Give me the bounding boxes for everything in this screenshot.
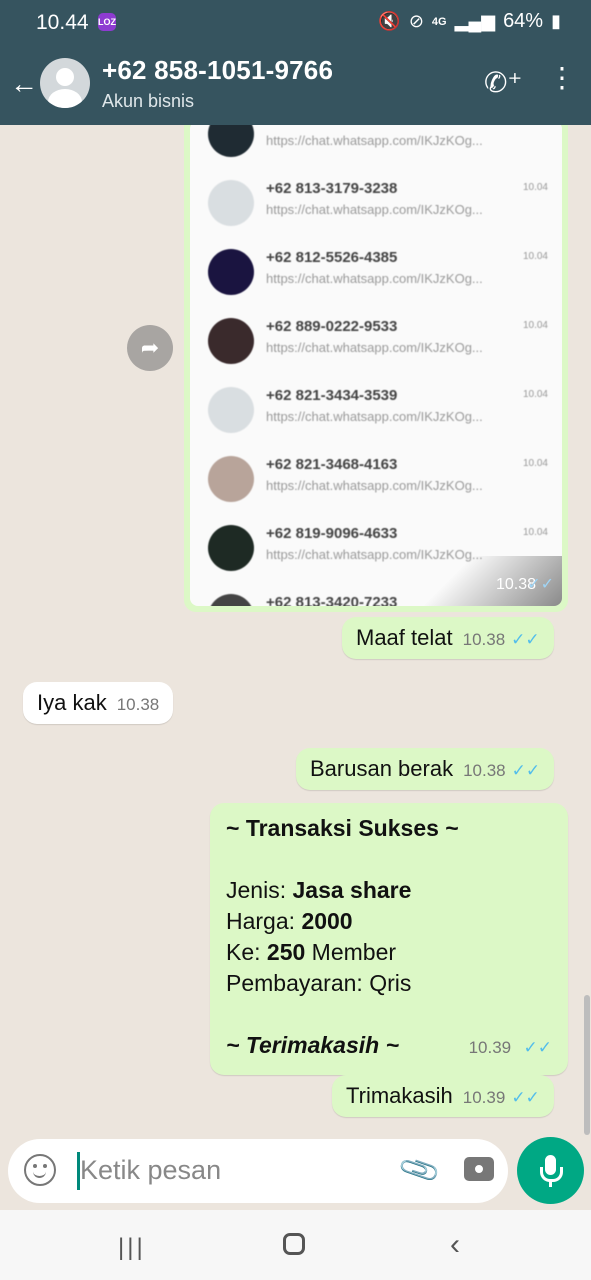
status-icons: 🔇 ⊘ 4G ▂▄▆ 64% ▮ [378,10,561,33]
back-arrow-icon[interactable]: ← [10,68,38,100]
battery-percent: 64% [503,10,544,32]
screenshot-image[interactable]: +62 813-3420-7233 +62 819-9096-4633 10.04 h… [190,125,562,606]
screenshot-avatar [208,249,254,295]
system-nav-bar: ||| ‹ [0,1210,591,1280]
top-bar: 10.44 LOZ 🔇 ⊘ 4G ▂▄▆ 64% ▮ ← +62 858-105… [0,0,591,125]
screenshot-time: 10.04 [522,182,548,193]
screenshot-link: https://chat.whatsapp.com/IKJzKOg... [266,133,483,148]
image-message[interactable]: +62 813-3420-7233 +62 819-9096-4633 10.04 h… [184,125,568,612]
screenshot-avatar [208,594,254,606]
screenshot-avatar [208,318,254,364]
receipt-ke: Ke: 250 Member [226,939,397,965]
screenshot-row: +62 821-3468-4163 10.04 https://chat.whats… [190,446,562,515]
more-vert-icon[interactable]: ⋮ [548,64,576,92]
message-time: 10.39 [468,1038,512,1057]
message-bubble[interactable]: Trimakasih 10.39 ✓✓ [332,1075,554,1117]
contact-name[interactable]: +62 858-1051-9766 [102,55,333,86]
read-ticks-icon: ✓✓ [511,1088,540,1107]
screenshot-avatar [208,387,254,433]
screenshot-number: +62 819-9096-4633 [266,525,398,542]
screenshot-row: +62 812-5526-4385 10.04 https://chat.whats… [190,239,562,308]
chat-scrollbar[interactable] [584,995,590,1135]
read-ticks-icon: ✓✓ [511,630,540,649]
battery-icon: ▮ [551,11,561,31]
chat-header: ← +62 858-1051-9766 Akun bisnis ✆⁺ ⋮ [0,44,591,125]
emoji-icon[interactable] [24,1154,56,1186]
receipt-message[interactable]: ~ Transaksi Sukses ~ Jenis: Jasa share H… [210,803,568,1075]
screenshot-number: +62 821-3468-4163 [266,456,398,473]
contact-subtitle: Akun bisnis [102,91,195,111]
receipt-title: ~ Transaksi Sukses ~ [226,815,459,841]
screenshot-link: https://chat.whatsapp.com/IKJzKOg... [266,271,483,286]
screenshot-link: https://chat.whatsapp.com/IKJzKOg... [266,340,483,355]
screenshot-row: +62 821-3434-3539 10.04 https://chat.whats… [190,377,562,446]
message-text: Maaf telat [356,625,453,650]
screenshot-avatar [208,525,254,571]
mic-icon [540,1155,563,1182]
do-not-disturb-icon: ⊘ [408,11,424,31]
add-call-icon[interactable]: ✆⁺ [484,66,522,99]
screenshot-number: +62 831-3488-0931 [266,125,397,128]
app-notification-icon: LOZ [98,13,116,31]
screenshot-link: https://chat.whatsapp.com/IKJzKOg... [266,202,483,217]
screenshot-number: +62 821-3434-3539 [266,387,398,404]
read-ticks-icon: ✓✓ [523,1038,553,1057]
screenshot-time: 10.04 [522,251,548,262]
screenshot-row: +62 831-3488-093110.04https://chat.whats… [190,125,562,170]
nav-back-icon[interactable]: ‹ [450,1228,460,1262]
message-bubble[interactable]: Iya kak 10.38 [23,682,174,724]
mic-button[interactable] [517,1137,584,1204]
screenshot-number: +62 813-3420-7233 [266,594,398,606]
message-bubble[interactable]: Barusan berak 10.38 ✓✓ [296,748,555,790]
screenshot-row: +62 813-3179-3238 10.04 https://chat.whats… [190,170,562,239]
camera-icon[interactable] [464,1157,494,1181]
home-icon[interactable] [283,1233,305,1255]
receipt-pembayaran: Pembayaran: Qris [226,970,412,996]
screenshot-avatar [208,180,254,226]
screenshot-number: +62 812-5526-4385 [266,249,398,266]
receipt-closing: ~ Terimakasih ~ [226,1032,400,1058]
network-icon: 4G [431,15,447,28]
mute-icon: 🔇 [378,11,401,31]
screenshot-row: +62 889-0222-9533 10.04 https://chat.whats… [190,308,562,377]
screenshot-time: 10.04 [522,458,548,469]
screenshot-avatar [208,125,254,157]
screenshot-number: +62 889-0222-9533 [266,318,398,335]
screenshot-number: +62 813-3179-3238 [266,180,398,197]
message-text: Iya kak [37,690,107,715]
message-time: 10.38 [463,761,506,780]
message-text: Trimakasih [346,1083,453,1108]
chat-area[interactable]: ➦ +62 813-3420-7233 +62 819-9096-4633 10.0… [0,125,591,1135]
forward-icon[interactable]: ➦ [127,325,173,371]
screenshot-time: 10.04 [522,389,548,400]
receipt-jenis: Jenis: Jasa share [226,877,412,903]
message-input[interactable]: Ketik pesan [80,1155,221,1186]
status-bar: 10.44 LOZ 🔇 ⊘ 4G ▂▄▆ 64% ▮ [0,0,591,44]
receipt-harga: Harga: 2000 [226,908,353,934]
screenshot-time: 10.04 [522,527,548,538]
message-text: Barusan berak [310,756,454,781]
message-time: 10.38 [462,630,506,649]
screenshot-time: 10.04 [522,320,548,331]
screenshot-avatar [208,456,254,502]
status-time: 10.44 [36,11,89,34]
screenshot-link: https://chat.whatsapp.com/IKJzKOg... [266,478,483,493]
read-ticks-icon: ✓✓ [527,576,554,593]
message-bubble[interactable]: Maaf telat 10.38 ✓✓ [342,617,554,659]
read-ticks-icon: ✓✓ [511,761,541,780]
signal-icon: ▂▄▆ [454,11,496,31]
message-time: 10.39 [462,1088,506,1107]
contact-avatar[interactable] [40,58,90,108]
screenshot-link: https://chat.whatsapp.com/IKJzKOg... [266,409,483,424]
recent-apps-icon[interactable]: ||| [118,1234,146,1262]
attach-icon[interactable]: 📎 [396,1146,443,1192]
message-composer[interactable]: Ketik pesan 📎 [8,1139,508,1203]
message-time: 10.38 [116,695,160,714]
